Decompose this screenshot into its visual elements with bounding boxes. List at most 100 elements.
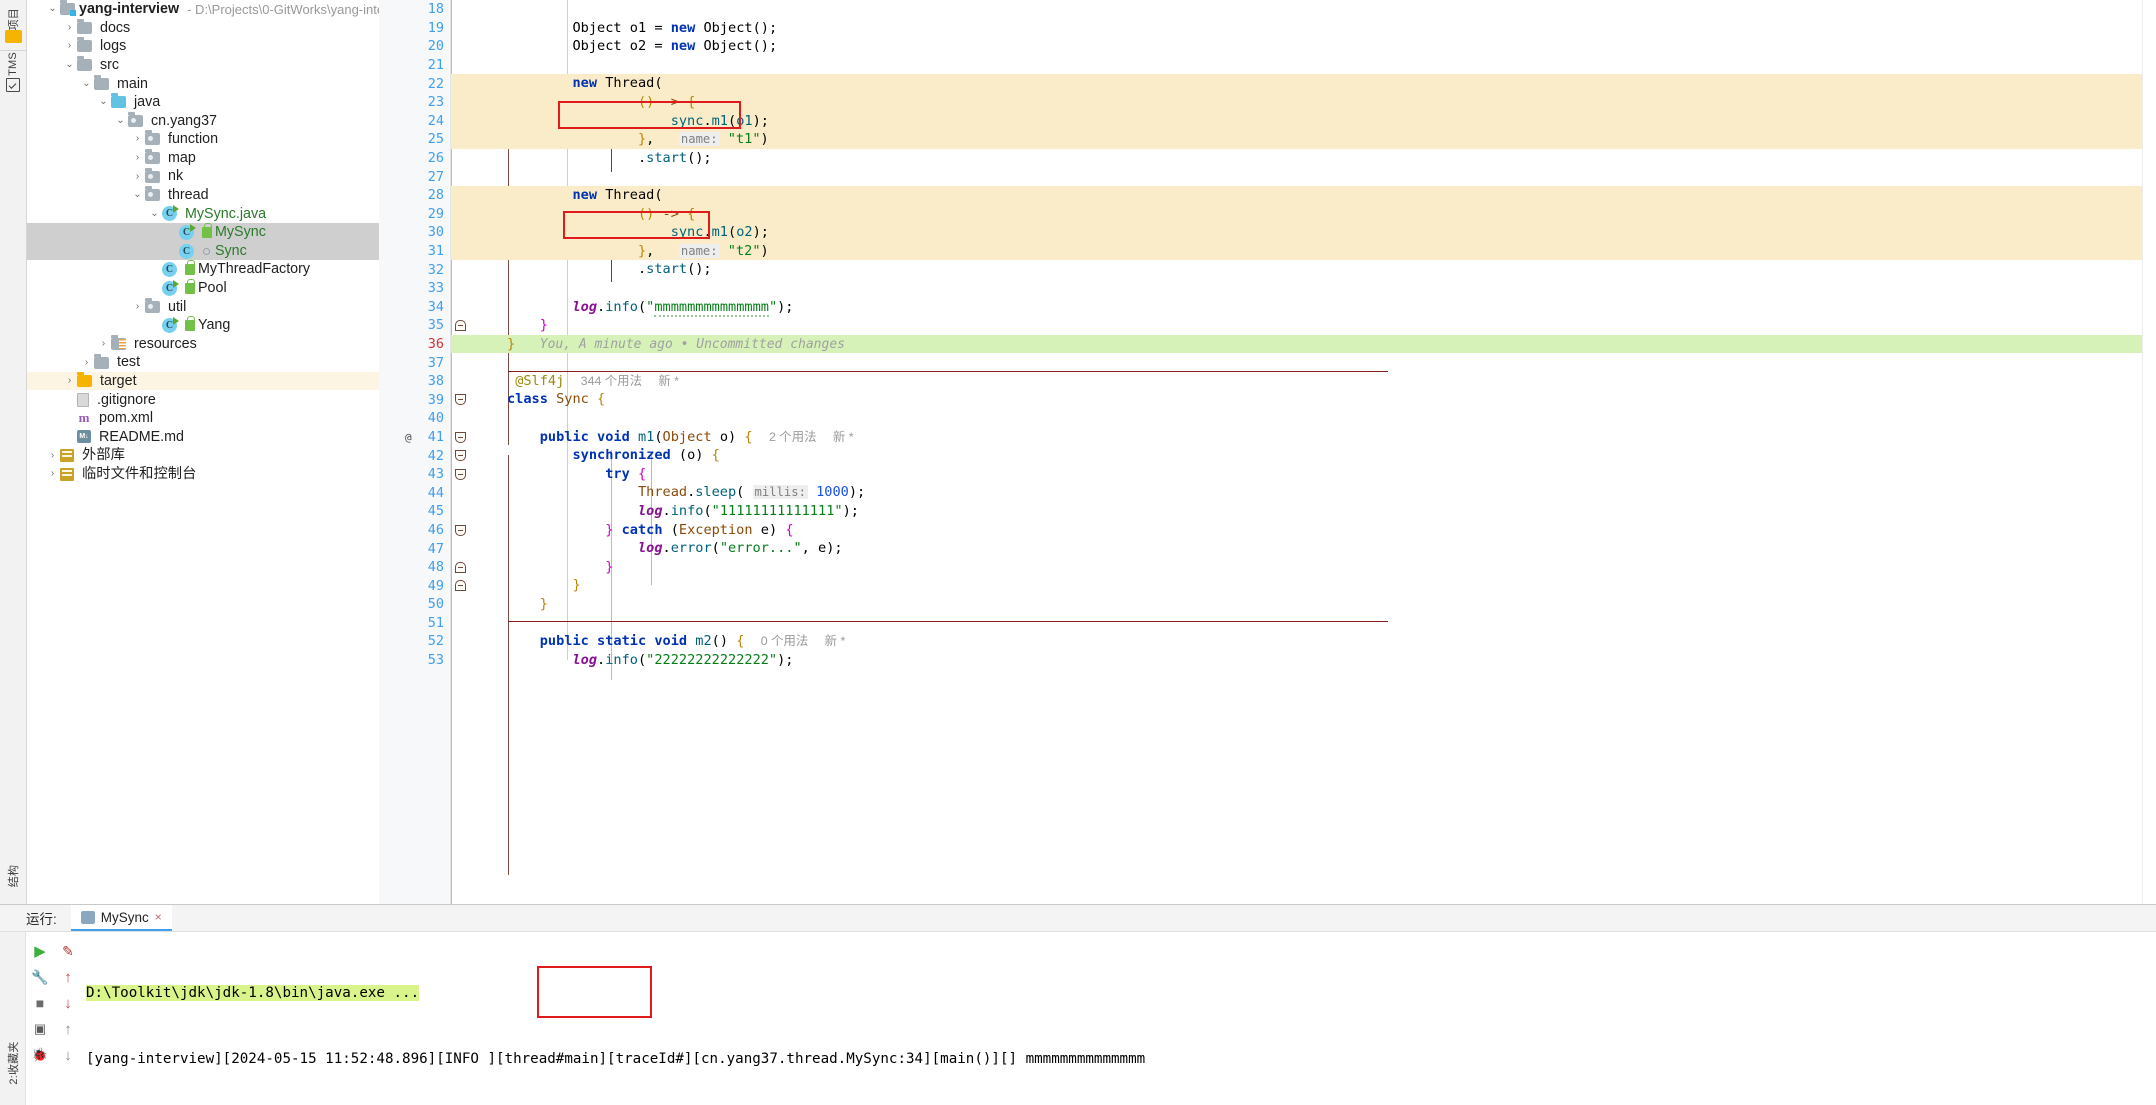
gutter-line-31[interactable]: 31 bbox=[379, 242, 466, 261]
code-line-18[interactable] bbox=[451, 0, 2142, 19]
prev-occurrence-icon[interactable]: ↑ bbox=[59, 968, 77, 986]
gutter-line-39[interactable]: 39 bbox=[379, 390, 466, 409]
chevron-down-icon[interactable]: ⌄ bbox=[96, 97, 111, 107]
tree-row--gitignore[interactable]: ›.gitignore bbox=[27, 390, 379, 409]
code-line-33[interactable] bbox=[451, 279, 2142, 298]
close-icon[interactable]: × bbox=[155, 910, 162, 924]
code-line-31[interactable]: }, name: "t2") bbox=[451, 241, 2142, 261]
chevron-right-icon[interactable]: › bbox=[130, 153, 145, 163]
chevron-right-icon[interactable]: › bbox=[45, 450, 60, 461]
code-line-32[interactable]: .start(); bbox=[451, 260, 2142, 279]
gutter-line-30[interactable]: 30 bbox=[379, 223, 450, 242]
code-line-22[interactable]: new Thread( bbox=[451, 74, 2142, 93]
editor-code-area[interactable]: Object o1 = new Object(); Object o2 = ne… bbox=[451, 0, 2142, 904]
code-line-27[interactable] bbox=[451, 167, 2142, 186]
gutter-line-32[interactable]: 32 bbox=[379, 260, 450, 279]
tree-row-thread[interactable]: ⌄ thread bbox=[27, 186, 379, 205]
code-line-39[interactable]: class Sync { bbox=[451, 390, 2142, 409]
chevron-right-icon[interactable]: › bbox=[62, 376, 77, 386]
code-line-53[interactable]: log.info("22222222222222"); bbox=[451, 651, 2142, 670]
tree-row-mysync-java[interactable]: ⌄ C MySync.java bbox=[27, 205, 379, 224]
code-line-51[interactable] bbox=[451, 614, 2142, 633]
gutter-line-33[interactable]: 33 bbox=[379, 279, 450, 298]
code-editor[interactable]: 18 19 20 21 22 23 24 25 26 27 28 29 30 31 32 33 34 35 36 37… bbox=[379, 0, 2156, 904]
code-line-34[interactable]: log.info("mmmmmmmmmmmmmm"); bbox=[451, 298, 2142, 317]
chevron-right-icon[interactable]: › bbox=[130, 171, 145, 182]
gutter-line-36[interactable]: 36 bbox=[379, 335, 466, 354]
tree-row-cn-yang37[interactable]: ⌄ cn.yang37 bbox=[27, 111, 379, 131]
gutter-line-47[interactable]: 47 bbox=[379, 539, 450, 558]
tree-row-src[interactable]: ⌄ src bbox=[27, 56, 379, 75]
gutter-line-21[interactable]: 21 bbox=[379, 56, 450, 75]
favorites-tool-label[interactable]: 2:收藏夹 bbox=[5, 1041, 21, 1084]
chevron-down-icon[interactable]: ⌄ bbox=[62, 60, 77, 70]
code-line-24[interactable]: sync.m1(o1); bbox=[451, 111, 2142, 131]
tree-row-function[interactable]: › function bbox=[27, 130, 379, 149]
gutter-line-19[interactable]: 19 bbox=[379, 19, 450, 38]
gutter-line-25[interactable]: 25 bbox=[379, 130, 466, 149]
gutter-line-50[interactable]: 50 bbox=[379, 595, 450, 614]
console-output[interactable]: D:\Toolkit\jdk\jdk-1.8\bin\java.exe ... … bbox=[82, 932, 2156, 1105]
gutter-line-38[interactable]: 38 bbox=[379, 372, 450, 391]
checkbox-icon[interactable] bbox=[6, 78, 20, 92]
gutter-line-52[interactable]: 52 bbox=[379, 632, 450, 651]
code-line-25[interactable]: }, name: "t1") bbox=[451, 130, 2142, 149]
gutter-line-53[interactable]: 53 bbox=[379, 651, 450, 670]
chevron-down-icon[interactable]: ⌄ bbox=[45, 4, 60, 14]
tree-row-nk[interactable]: › nk bbox=[27, 167, 379, 186]
gutter-line-42[interactable]: 42 bbox=[379, 446, 466, 465]
code-line-36[interactable]: } You, A minute ago • Uncommitted change… bbox=[451, 334, 2142, 354]
override-marker-icon[interactable]: @ bbox=[405, 431, 412, 444]
gutter-line-27[interactable]: 27 bbox=[379, 167, 450, 186]
tree-row-sync[interactable]: ›CSync bbox=[27, 241, 379, 261]
code-line-23[interactable]: () -> { bbox=[451, 92, 2142, 112]
tree-row-pom-xml[interactable]: ›mpom.xml bbox=[27, 409, 379, 428]
soft-wrap-icon[interactable]: ✎ bbox=[59, 942, 77, 960]
gutter-line-41[interactable]: @41 bbox=[379, 428, 466, 447]
tree-row-target[interactable]: › target bbox=[27, 371, 379, 391]
gutter-line-24[interactable]: 24 bbox=[379, 112, 450, 131]
gutter-line-43[interactable]: 43 bbox=[379, 465, 466, 484]
code-line-42[interactable]: synchronized (o) { bbox=[451, 446, 2142, 465]
tool-window-tms-label[interactable]: TMS bbox=[7, 52, 19, 76]
code-line-50[interactable]: } bbox=[451, 595, 2142, 614]
tree-row-docs[interactable]: › docs bbox=[27, 18, 379, 38]
code-line-41[interactable]: public void m1(Object o) { 2 个用法 新 * bbox=[451, 428, 2142, 447]
tree-row-外部库[interactable]: › 外部库 bbox=[27, 446, 379, 465]
tree-row-mythreadfactory[interactable]: ›CMyThreadFactory bbox=[27, 260, 379, 279]
gutter-line-40[interactable]: 40 bbox=[379, 409, 450, 428]
gutter-line-26[interactable]: 26 bbox=[379, 149, 450, 168]
code-line-40[interactable] bbox=[451, 409, 2142, 428]
chevron-down-icon[interactable]: ⌄ bbox=[113, 115, 128, 126]
tree-row-root[interactable]: ⌄ yang-interview - D:\Projects\0-GitWork… bbox=[27, 0, 379, 19]
code-line-46[interactable]: } catch (Exception e) { bbox=[451, 521, 2142, 540]
chevron-right-icon[interactable]: › bbox=[45, 469, 60, 479]
gutter-line-46[interactable]: 46 bbox=[379, 521, 466, 540]
code-line-47[interactable]: log.error("error...", e); bbox=[451, 539, 2142, 558]
editor-scrollbar[interactable] bbox=[2142, 0, 2156, 904]
gutter-line-44[interactable]: 44 bbox=[379, 483, 450, 502]
chevron-right-icon[interactable]: › bbox=[79, 357, 94, 368]
gutter-line-29[interactable]: 29 bbox=[379, 205, 466, 224]
gutter-line-23[interactable]: 23 bbox=[379, 93, 466, 112]
next-occurrence-icon[interactable]: ↓ bbox=[59, 994, 77, 1012]
gutter-line-51[interactable]: 51 bbox=[379, 614, 450, 633]
chevron-right-icon[interactable]: › bbox=[62, 41, 77, 51]
tree-row-临时文件和控制台[interactable]: › 临时文件和控制台 bbox=[27, 465, 379, 484]
code-line-45[interactable]: log.info("11111111111111"); bbox=[451, 502, 2142, 521]
code-line-28[interactable]: new Thread( bbox=[451, 185, 2142, 205]
gutter-line-20[interactable]: 20 bbox=[379, 37, 450, 56]
run-icon[interactable]: ▶ bbox=[31, 942, 49, 960]
scroll-up-icon[interactable]: ↑ bbox=[59, 1020, 77, 1038]
chevron-down-icon[interactable]: ⌄ bbox=[147, 208, 162, 219]
code-line-26[interactable]: .start(); bbox=[451, 149, 2142, 168]
debug-icon[interactable]: 🐞 bbox=[31, 1046, 49, 1064]
tree-row-java[interactable]: ⌄ java bbox=[27, 93, 379, 112]
code-line-35[interactable]: } bbox=[451, 316, 2142, 335]
code-line-48[interactable]: } bbox=[451, 558, 2142, 577]
chevron-right-icon[interactable]: › bbox=[130, 134, 145, 144]
chevron-right-icon[interactable]: › bbox=[62, 22, 77, 33]
gutter-line-34[interactable]: 34 bbox=[379, 298, 450, 317]
tree-row-pool[interactable]: ›CPool bbox=[27, 278, 379, 298]
code-line-44[interactable]: Thread.sleep( millis: 1000); bbox=[451, 483, 2142, 502]
